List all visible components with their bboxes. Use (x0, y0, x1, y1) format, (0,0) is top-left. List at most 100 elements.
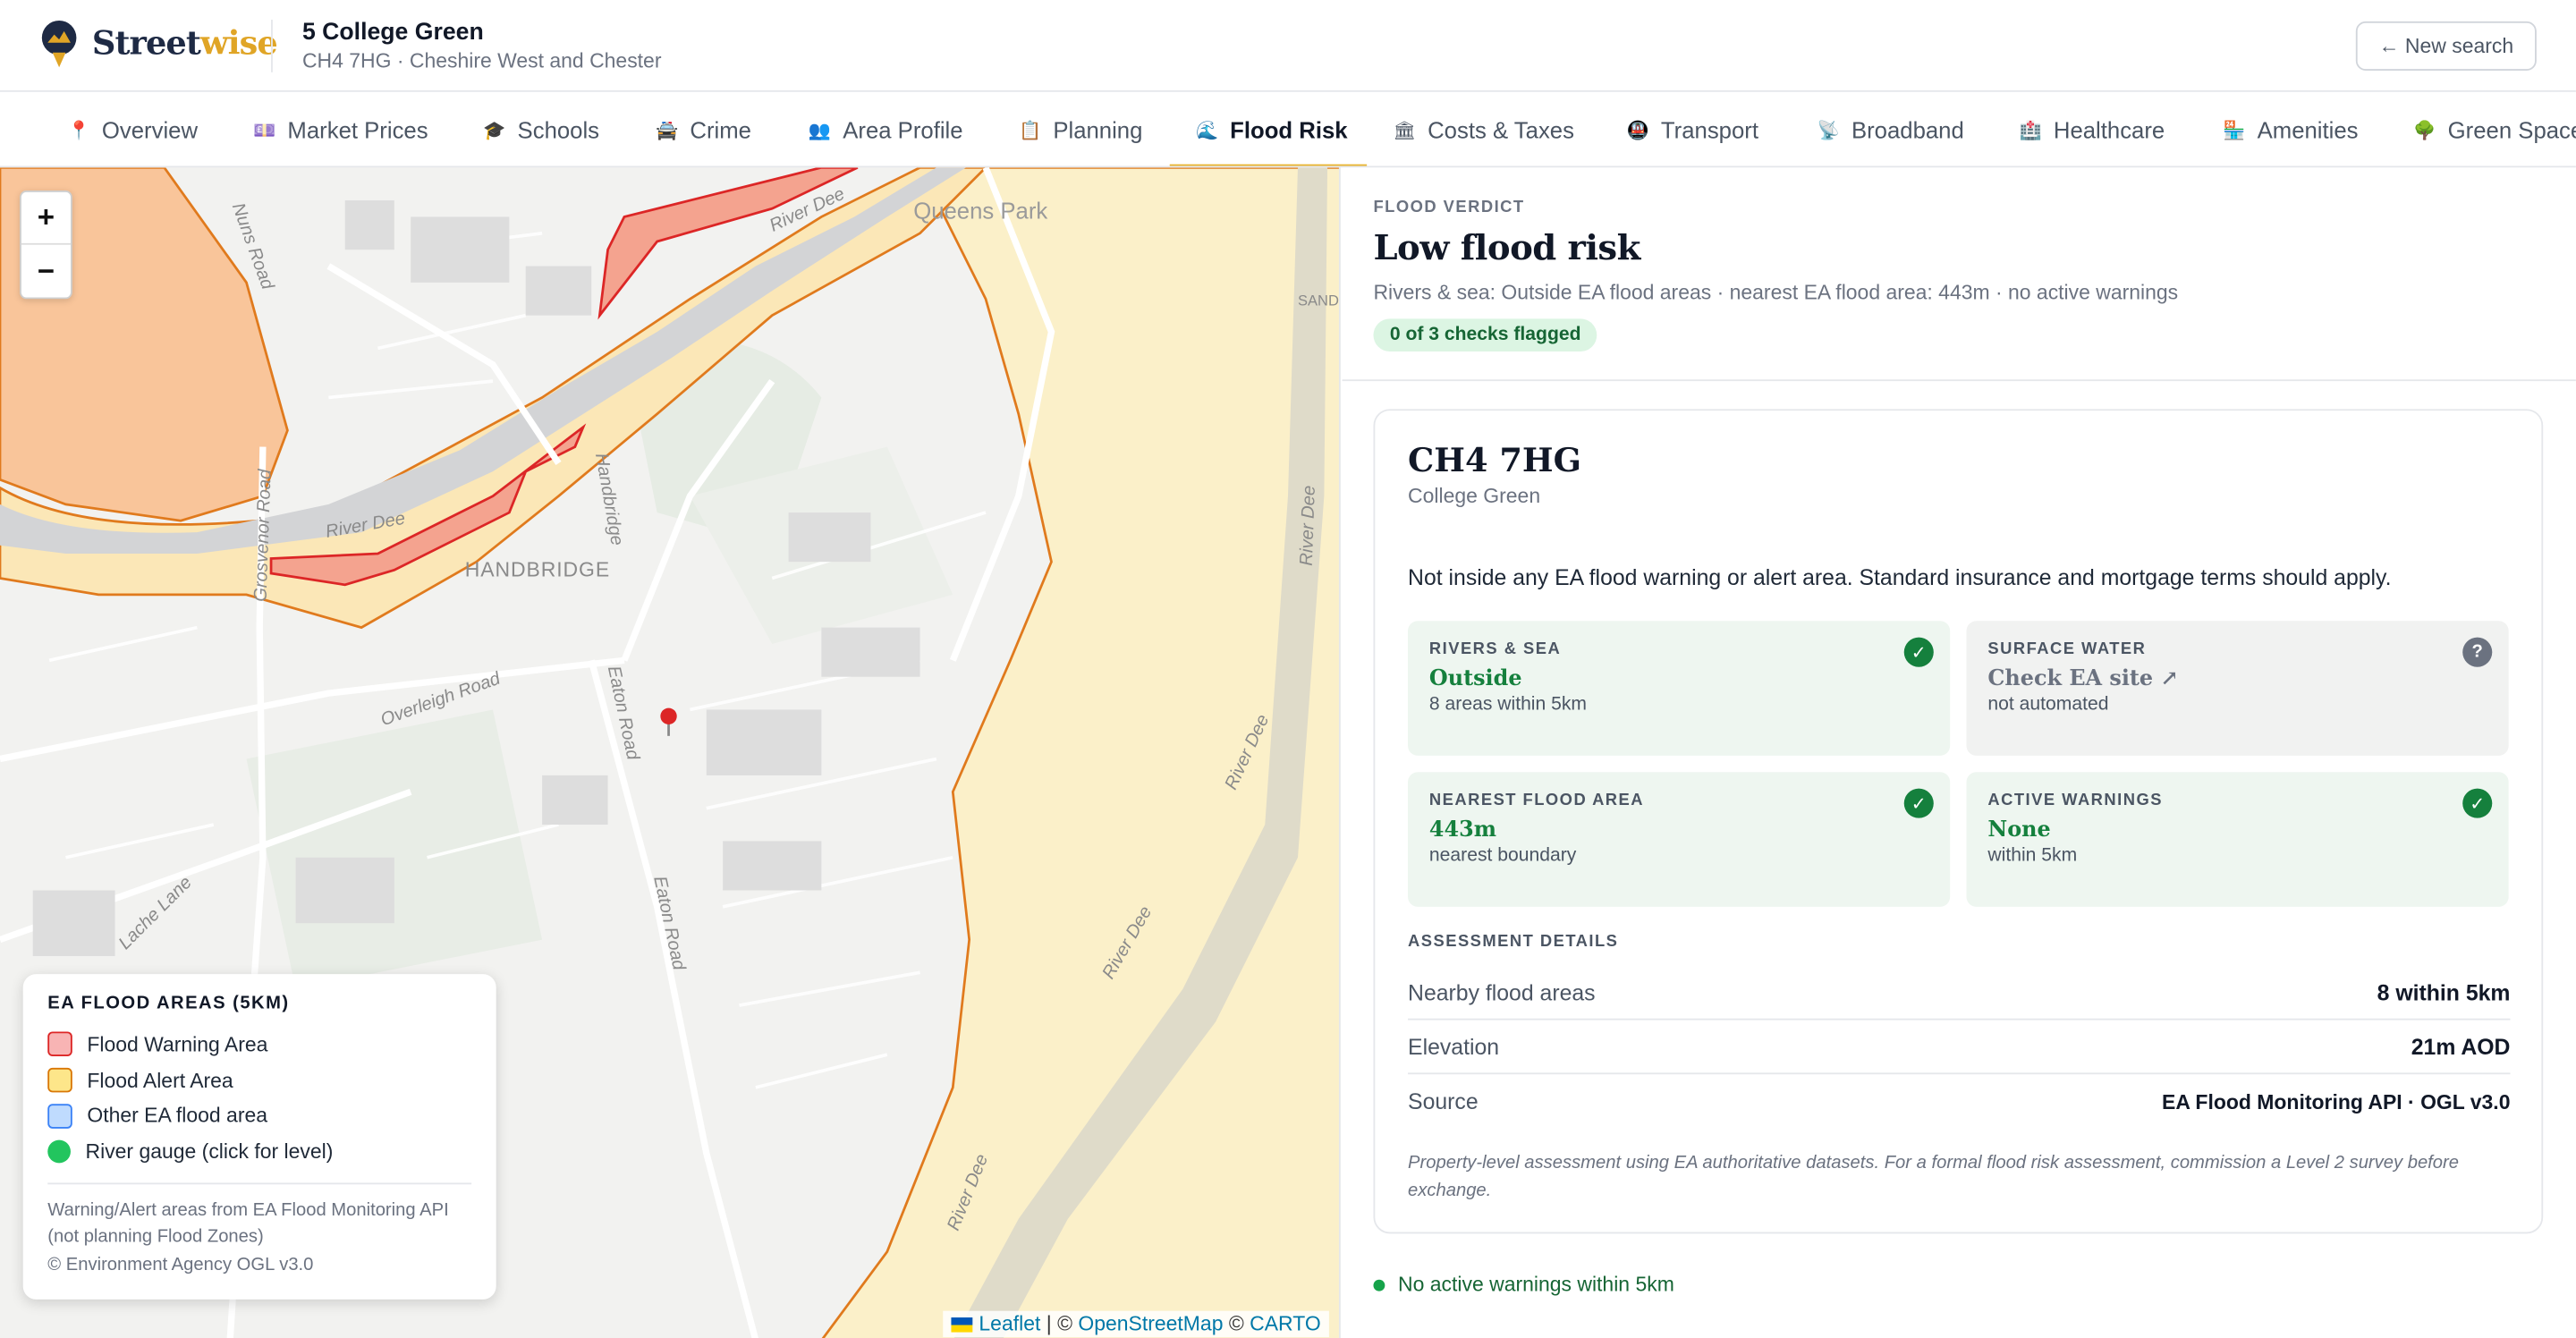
checks-flagged-badge: 0 of 3 checks flagged (1373, 318, 1597, 352)
attribution-sep: © (1223, 1312, 1250, 1336)
tab-transport[interactable]: 🚇 Transport (1600, 92, 1784, 166)
metro-icon: 🚇 (1626, 120, 1649, 141)
zoom-in-button[interactable]: + (21, 192, 71, 245)
tab-crime[interactable]: 🚔 Crime (629, 92, 777, 166)
tab-healthcare[interactable]: 🏥 Healthcare (1993, 92, 2191, 166)
tab-green-space[interactable]: 🌳 Green Space (2387, 92, 2576, 166)
other-swatch (47, 1103, 72, 1129)
check-value: None (1987, 817, 2051, 843)
attribution-sep: | © (1040, 1312, 1079, 1336)
graduation-cap-icon: 🎓 (483, 120, 506, 141)
legend-item-other: Other EA flood area (47, 1098, 471, 1134)
detail-value: 8 within 5km (2377, 979, 2511, 1005)
check-note: not automated (1987, 694, 2109, 715)
legend-label: Flood Warning Area (87, 1032, 268, 1056)
warning-status: No active warnings within 5km (1373, 1273, 1674, 1296)
tab-label: Overview (101, 116, 199, 143)
detail-row-nearby: Nearby flood areas 8 within 5km (1408, 966, 2511, 1020)
check-note: within 5km (1987, 845, 2078, 866)
tab-schools[interactable]: 🎓 Schools (457, 92, 626, 166)
tab-label: Costs & Taxes (1428, 116, 1574, 143)
tab-flood-risk[interactable]: 🌊 Flood Risk (1169, 92, 1368, 166)
card-postcode: CH4 7HG (1408, 440, 1581, 480)
verdict-summary: Rivers & sea: Outside EA flood areas · n… (1373, 281, 2179, 304)
check-label: SURFACE WATER (1987, 640, 2147, 659)
tab-label: Area Profile (843, 116, 963, 143)
streetwise-logo-icon (41, 20, 77, 68)
wave-icon: 🌊 (1196, 120, 1219, 141)
detail-key: Nearby flood areas (1408, 979, 1596, 1005)
logo-wise: wise (199, 22, 278, 63)
carto-link[interactable]: CARTO (1250, 1313, 1321, 1336)
tab-label: Crime (690, 116, 752, 143)
app-logo-text[interactable]: Streetwise (91, 22, 278, 63)
tab-label: Broadband (1851, 116, 1964, 143)
tab-label: Amenities (2257, 116, 2359, 143)
status-dot-icon (1373, 1278, 1385, 1291)
property-flood-card: CH4 7HG College Green Not inside any EA … (1373, 409, 2544, 1234)
detail-row-elevation: Elevation 21m AOD (1408, 1020, 2511, 1075)
clipboard-icon: 📋 (1019, 120, 1042, 141)
legend-note-line: (not planning Flood Zones) (47, 1227, 264, 1248)
check-rivers-sea: RIVERS & SEA Outside 8 areas within 5km … (1408, 621, 1951, 756)
tab-amenities[interactable]: 🏪 Amenities (2197, 92, 2385, 166)
tab-overview[interactable]: 📍 Overview (41, 92, 225, 166)
check-value: 443m (1428, 817, 1497, 843)
government-building-icon: 🏛 (1393, 120, 1417, 141)
pin-icon: 📍 (67, 120, 90, 141)
detail-value: EA Flood Monitoring API · OGL v3.0 (2162, 1089, 2511, 1114)
new-search-button[interactable]: ← New search (2355, 21, 2537, 71)
map-attribution: Leaflet | © OpenStreetMap © CARTO (943, 1310, 1329, 1338)
card-summary: Not inside any EA flood warning or alert… (1408, 564, 2392, 590)
card-street: College Green (1408, 484, 1541, 508)
check-nearest-flood-area: NEAREST FLOOD AREA 443m nearest boundary… (1408, 772, 1951, 907)
tab-planning[interactable]: 📋 Planning (992, 92, 1168, 166)
logo-street: Street (91, 22, 201, 63)
label-river-dee-east: River Dee (1297, 485, 1320, 567)
check-note: 8 areas within 5km (1428, 694, 1588, 715)
check-active-warnings: ACTIVE WARNINGS None within 5km ✓ (1966, 772, 2509, 907)
section-tabs: 📍 Overview 💷 Market Prices 🎓 Schools 🚔 Crime… (0, 91, 2576, 168)
assessment-disclaimer: Property-level assessment using EA autho… (1408, 1153, 2459, 1200)
detail-value: 21m AOD (2411, 1034, 2511, 1059)
label-handbridge: HANDBRIDGE (464, 558, 611, 582)
property-title: 5 College Green (301, 20, 484, 47)
check-label: ACTIVE WARNINGS (1987, 792, 2163, 810)
hospital-icon: 🏥 (2019, 120, 2042, 141)
tab-label: Schools (517, 116, 600, 143)
legend-label: Flood Alert Area (87, 1068, 233, 1092)
police-car-icon: 🚔 (656, 120, 679, 141)
status-text: No active warnings within 5km (1398, 1273, 1674, 1297)
check-note: nearest boundary (1428, 845, 1577, 866)
verdict-title: Low flood risk (1373, 226, 1640, 268)
satellite-dish-icon: 📡 (1817, 120, 1840, 141)
tab-market-prices[interactable]: 💷 Market Prices (226, 92, 454, 166)
tab-area-profile[interactable]: 👥 Area Profile (782, 92, 989, 166)
ukraine-flag-icon (952, 1317, 974, 1333)
alert-swatch (47, 1067, 72, 1093)
legend-title: EA FLOOD AREAS (5KM) (47, 994, 290, 1014)
check-ea-site-link[interactable]: Check EA site ↗ (1987, 667, 2487, 692)
zoom-out-button[interactable]: − (21, 245, 71, 298)
assessment-details-heading: ASSESSMENT DETAILS (1408, 933, 1619, 952)
label-sand: SAND (1297, 292, 1339, 309)
legend-label: River gauge (click for level) (85, 1139, 334, 1164)
zoom-control: + − (20, 191, 72, 300)
river-gauge-dot-icon (47, 1139, 71, 1164)
check-value: Outside (1428, 666, 1522, 692)
tab-costs-taxes[interactable]: 🏛 Costs & Taxes (1367, 92, 1600, 166)
tab-label: Planning (1053, 116, 1143, 143)
flood-panel: FLOOD VERDICT Low flood risk Rivers & se… (1342, 167, 2576, 1338)
checkmark-icon: ✓ (2462, 788, 2493, 818)
flood-map[interactable]: Queens Park HANDBRIDGE River Dee River D… (0, 167, 1341, 1338)
leaflet-link[interactable]: Leaflet (979, 1313, 1040, 1336)
osm-link[interactable]: OpenStreetMap (1078, 1313, 1223, 1336)
verdict-header: FLOOD VERDICT Low flood risk Rivers & se… (1342, 167, 2576, 382)
tab-broadband[interactable]: 📡 Broadband (1791, 92, 1990, 166)
shop-icon: 🏪 (2223, 120, 2246, 141)
legend-note: Warning/Alert areas from EA Flood Monito… (47, 1181, 472, 1278)
check-label: RIVERS & SEA (1428, 640, 1562, 659)
money-icon: 💷 (253, 120, 276, 141)
tree-icon: 🌳 (2413, 120, 2436, 141)
question-mark-icon: ? (2462, 637, 2493, 667)
